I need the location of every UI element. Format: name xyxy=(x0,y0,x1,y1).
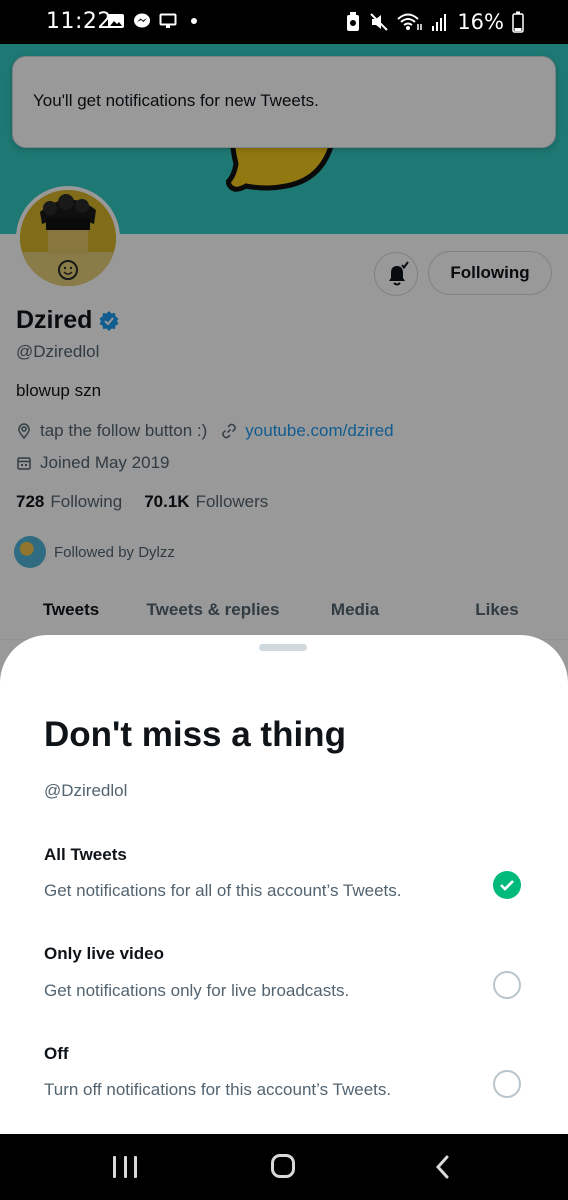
option-live-video-radio[interactable] xyxy=(493,971,521,999)
option-off-desc[interactable]: Turn off notifications for this account’… xyxy=(44,1080,391,1100)
gallery-icon xyxy=(108,14,124,28)
sheet-account-handle: @Dziredlol xyxy=(44,781,128,800)
messenger-icon xyxy=(134,13,150,28)
battery-icon xyxy=(512,11,524,33)
notification-settings-sheet: Don't miss a thing @Dziredlol All Tweets… xyxy=(0,635,568,1134)
option-live-video-title[interactable]: Only live video xyxy=(44,944,164,964)
sheet-title: Don't miss a thing xyxy=(44,715,346,754)
signal-icon xyxy=(432,14,447,31)
option-all-tweets-desc[interactable]: Get notifications for all of this accoun… xyxy=(44,881,402,901)
recent-apps-icon[interactable] xyxy=(113,1156,137,1178)
navigation-bar xyxy=(0,1134,568,1200)
system-icons: 16% xyxy=(345,10,524,34)
option-off-radio[interactable] xyxy=(493,1070,521,1098)
notification-icons xyxy=(107,13,197,29)
cast-icon xyxy=(159,13,177,28)
option-all-tweets-title[interactable]: All Tweets xyxy=(44,845,127,865)
data-saver-icon xyxy=(347,12,360,31)
checkmark-icon xyxy=(500,880,514,891)
battery-percentage: 16% xyxy=(457,10,504,34)
wifi-icon xyxy=(397,13,423,30)
status-bar: 11:22 16% xyxy=(0,0,568,44)
sheet-drag-handle[interactable] xyxy=(259,644,307,651)
option-all-tweets-radio[interactable] xyxy=(493,871,521,899)
mute-icon xyxy=(370,13,389,31)
status-time: 11:22 xyxy=(46,9,112,34)
more-notifications-dot-icon xyxy=(191,18,197,24)
home-icon[interactable] xyxy=(271,1154,295,1178)
option-live-video-desc[interactable]: Get notifications only for live broadcas… xyxy=(44,981,349,1001)
option-off-title[interactable]: Off xyxy=(44,1044,69,1064)
back-icon[interactable] xyxy=(433,1154,453,1180)
